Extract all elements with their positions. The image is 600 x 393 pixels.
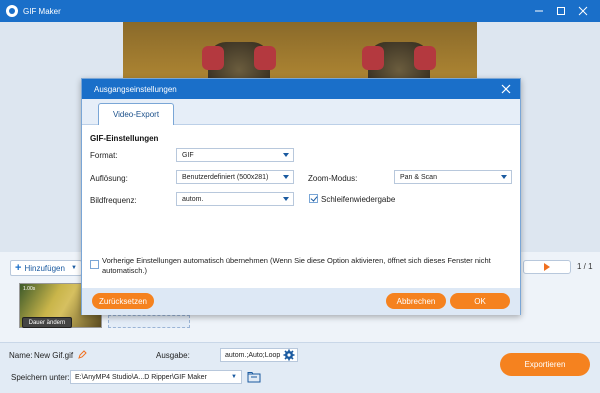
page-indicator: 1 / 1 xyxy=(577,262,593,271)
zoom-select[interactable]: Pan & Scan xyxy=(394,170,512,184)
framerate-select[interactable]: autom. xyxy=(176,192,294,206)
resolution-label: Auflösung: xyxy=(90,174,128,183)
zoom-value: Pan & Scan xyxy=(400,173,437,181)
chevron-down-icon xyxy=(283,197,289,201)
add-clip-dropzone[interactable] xyxy=(108,315,190,328)
gear-icon[interactable] xyxy=(283,349,295,363)
chevron-down-icon[interactable]: ▼ xyxy=(231,374,237,380)
play-button[interactable] xyxy=(523,260,571,274)
play-icon xyxy=(544,263,550,271)
title-bar: GIF Maker xyxy=(0,0,600,22)
remember-checkbox[interactable] xyxy=(90,260,99,269)
framerate-value: autom. xyxy=(182,195,204,203)
minimize-icon[interactable] xyxy=(528,0,550,22)
name-value: New Gif.gif xyxy=(34,351,74,360)
save-path-field[interactable]: E:\AnyMP4 Studio\A...D Ripper\GIF Maker … xyxy=(70,370,242,384)
maximize-icon[interactable] xyxy=(550,0,572,22)
add-button[interactable]: + Hinzufügen ▼ xyxy=(10,260,82,276)
app-logo-icon xyxy=(6,5,18,17)
cancel-button[interactable]: Abbrechen xyxy=(386,293,446,309)
dialog-tabs: Video-Export xyxy=(82,99,520,125)
format-select[interactable]: GIF xyxy=(176,148,294,162)
resolution-value: Benutzerdefiniert (500x281) xyxy=(182,173,269,181)
reset-button[interactable]: Zurücksetzen xyxy=(92,293,154,309)
remember-text: Vorherige Einstellungen automatisch über… xyxy=(102,256,491,275)
save-path: E:\AnyMP4 Studio\A...D Ripper\GIF Maker xyxy=(75,373,207,381)
export-button[interactable]: Exportieren xyxy=(500,353,590,376)
tab-video-export[interactable]: Video-Export xyxy=(98,103,174,125)
chevron-down-icon xyxy=(501,175,507,179)
plus-icon: + xyxy=(15,262,22,274)
framerate-label: Bildfrequenz: xyxy=(90,196,137,205)
chevron-down-icon xyxy=(283,175,289,179)
folder-icon[interactable] xyxy=(247,370,261,384)
output-label: Ausgabe: xyxy=(156,351,190,360)
chevron-down-icon[interactable]: ▼ xyxy=(71,265,77,271)
dialog-footer: Zurücksetzen Abbrechen OK xyxy=(82,288,520,315)
loop-label: Schleifenwiedergabe xyxy=(321,195,396,204)
window-title: GIF Maker xyxy=(23,6,61,16)
zoom-label: Zoom-Modus: xyxy=(308,174,358,183)
chevron-down-icon xyxy=(283,153,289,157)
dialog-title-bar: Ausgangseinstellungen xyxy=(82,79,520,99)
close-icon[interactable] xyxy=(500,83,512,95)
resolution-select[interactable]: Benutzerdefiniert (500x281) xyxy=(176,170,294,184)
output-settings-dialog: Ausgangseinstellungen Video-Export GIF-E… xyxy=(81,78,521,315)
ok-button[interactable]: OK xyxy=(450,293,510,309)
name-label: Name: xyxy=(9,351,33,360)
close-icon[interactable] xyxy=(572,0,594,22)
section-heading: GIF-Einstellungen xyxy=(90,134,159,143)
save-label: Speichern unter: xyxy=(11,373,70,382)
format-label: Format: xyxy=(90,151,118,160)
change-duration-button[interactable]: Dauer ändern xyxy=(22,317,72,328)
format-value: GIF xyxy=(182,151,194,159)
edit-icon[interactable] xyxy=(78,350,87,361)
clip-duration: 1.00s xyxy=(23,286,36,292)
dialog-title: Ausgangseinstellungen xyxy=(94,84,177,94)
add-label: Hinzufügen xyxy=(24,263,65,273)
loop-checkbox[interactable] xyxy=(309,194,318,203)
